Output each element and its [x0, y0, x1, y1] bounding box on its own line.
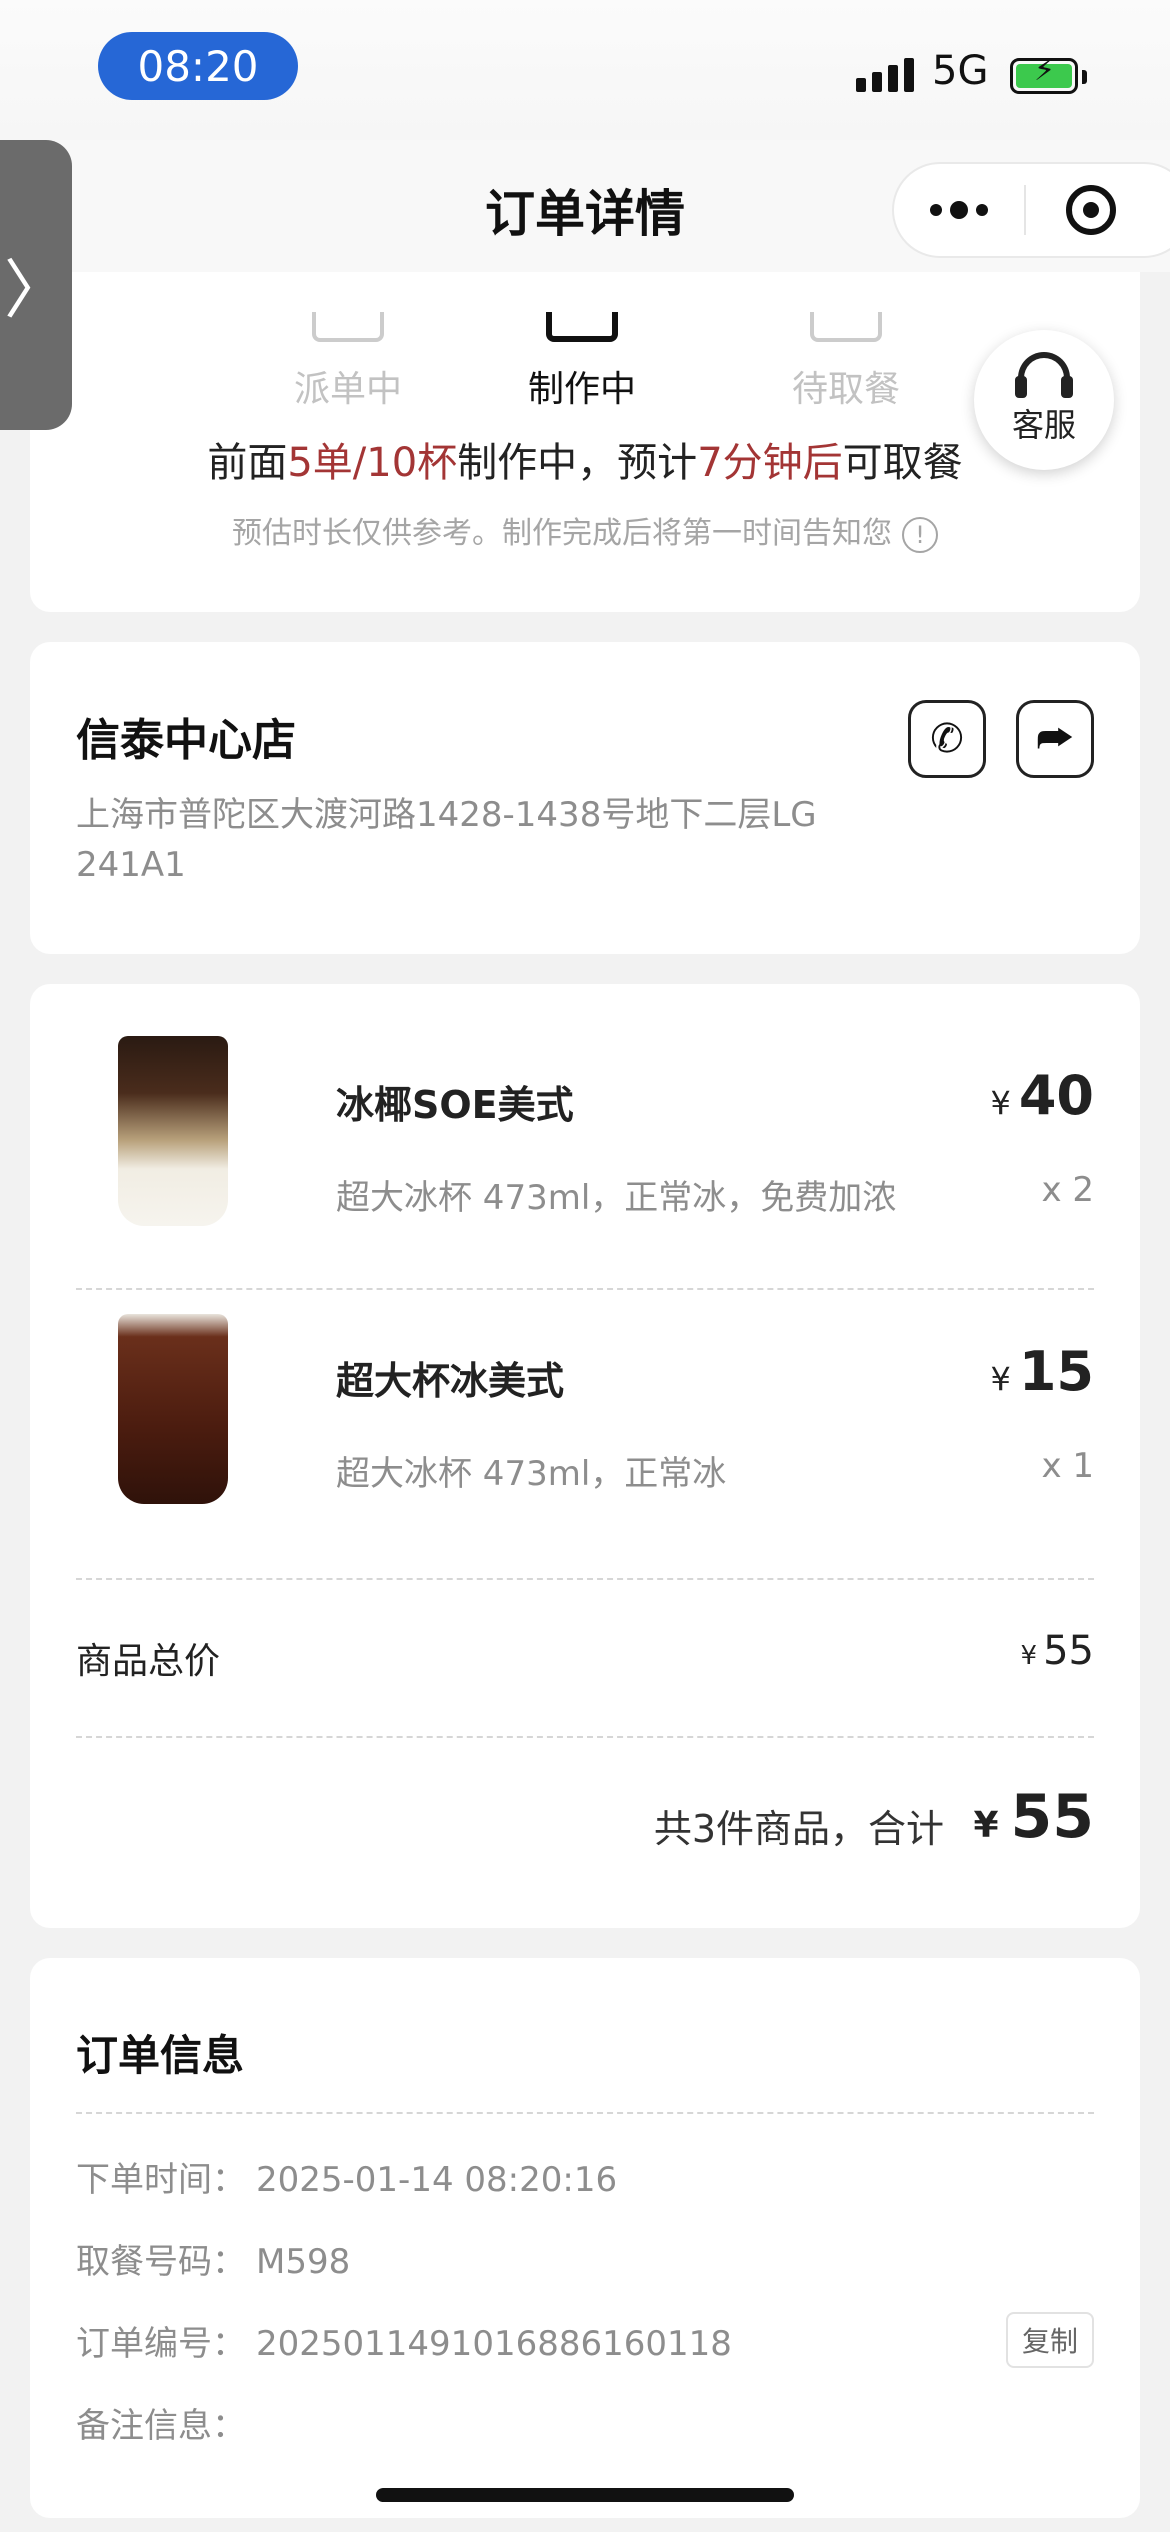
row-label: 订单编号：	[76, 2324, 246, 2364]
subtotal-amount: 55	[1043, 1628, 1094, 1674]
eta-mid: 制作中，预计	[457, 440, 698, 486]
step-dispatching: 派单中	[248, 312, 448, 412]
eta-note: 预估时长仅供参考。制作完成后将第一时间告知您!	[30, 508, 1140, 553]
eta-note-text: 预估时长仅供参考。制作完成后将第一时间告知您	[232, 516, 892, 551]
item-qty: x 2	[1041, 1170, 1094, 1210]
row-label: 取餐号码：	[76, 2242, 246, 2282]
divider	[76, 2112, 1094, 2114]
item-price: ¥15	[990, 1340, 1094, 1403]
eta-prefix: 前面	[207, 440, 288, 486]
step-label: 制作中	[527, 369, 636, 410]
navigation-icon: ⮫	[1036, 716, 1074, 762]
step-label: 待取餐	[791, 369, 900, 410]
close-miniprogram-button[interactable]	[1026, 185, 1156, 235]
list-item: 超大杯冰美式 超大冰杯 473ml，正常冰 ¥15 x 1	[30, 1300, 1140, 1560]
order-time: 2025-01-14 08:20:16	[256, 2160, 618, 2200]
miniprogram-capsule	[892, 162, 1170, 258]
battery-icon: ⚡	[1010, 56, 1078, 94]
signal-icon	[856, 58, 914, 92]
customer-service-button[interactable]: 客服	[974, 330, 1114, 470]
order-info-card: 订单信息 下单时间： 2025-01-14 08:20:16 取餐号码： M598 …	[30, 1958, 1140, 2518]
status-time: 08:20	[98, 32, 298, 100]
order-number-row: 订单编号： 2025011491016886160118	[76, 2316, 732, 2365]
divider	[76, 1578, 1094, 1580]
info-icon[interactable]: !	[902, 516, 938, 553]
battery-cap	[1082, 70, 1087, 84]
order-items-card: 冰椰SOE美式 超大冰杯 473ml，正常冰，免费加浓 ¥40 x 2 超大杯冰…	[30, 984, 1140, 1928]
divider	[76, 1288, 1094, 1290]
total-amount: 55	[1010, 1782, 1095, 1852]
item-price: ¥40	[990, 1064, 1094, 1127]
call-store-button[interactable]: ✆	[908, 700, 986, 778]
eta-time: 7分钟后	[697, 440, 843, 486]
item-qty: x 1	[1041, 1446, 1094, 1486]
subtotal-value: ¥55	[1021, 1628, 1094, 1674]
copy-button[interactable]: 复制	[1006, 2312, 1094, 2368]
product-image	[118, 1036, 228, 1226]
product-image	[118, 1314, 228, 1504]
currency-symbol: ¥	[990, 1084, 1011, 1122]
pickup-code: M598	[256, 2242, 351, 2282]
step-making: 制作中	[482, 312, 682, 412]
headset-icon	[1015, 352, 1073, 398]
store-name: 信泰中心店	[76, 715, 296, 766]
item-price-value: 40	[1018, 1064, 1094, 1127]
customer-service-label: 客服	[1011, 406, 1076, 444]
step-label: 派单中	[293, 369, 402, 410]
navigate-button[interactable]: ⮫	[1016, 700, 1094, 778]
currency-symbol: ¥	[990, 1360, 1011, 1398]
queue-count: 5单/10杯	[287, 440, 458, 486]
divider	[76, 1736, 1094, 1738]
item-name: 超大杯冰美式	[336, 1359, 565, 1403]
status-bar: 08:20 5G ⚡	[0, 0, 1170, 140]
item-name: 冰椰SOE美式	[336, 1083, 574, 1127]
row-label: 下单时间：	[76, 2160, 246, 2200]
item-spec: 超大冰杯 473ml，正常冰，免费加浓	[336, 1178, 897, 1218]
subtotal-label: 商品总价	[76, 1641, 221, 1682]
more-icon[interactable]	[894, 201, 1024, 219]
remark-row: 备注信息：	[76, 2398, 256, 2447]
making-icon	[546, 312, 618, 342]
pickup-code-row: 取餐号码： M598	[76, 2234, 350, 2283]
order-info-title: 订单信息	[76, 2031, 245, 2080]
item-price-value: 15	[1018, 1340, 1094, 1403]
dispatch-icon	[312, 312, 384, 342]
step-ready-pickup: 待取餐	[746, 312, 946, 412]
row-label: 备注信息：	[76, 2406, 246, 2446]
nav-header: ‹ 订单详情	[0, 140, 1170, 272]
side-expand-tab[interactable]: 〉	[0, 140, 72, 430]
store-card: 信泰中心店 上海市普陀区大渡河路1428-1438号地下二层LG 241A1 ✆…	[30, 642, 1140, 954]
eta-suffix: 可取餐	[842, 440, 963, 486]
total-value: ¥55	[973, 1782, 1094, 1852]
pickup-icon	[810, 312, 882, 342]
target-icon	[1066, 185, 1116, 235]
list-item: 冰椰SOE美式 超大冰杯 473ml，正常冰，免费加浓 ¥40 x 2	[30, 1024, 1140, 1284]
currency-symbol: ¥	[1020, 1641, 1038, 1671]
network-type: 5G	[932, 48, 989, 94]
home-indicator[interactable]	[376, 2488, 794, 2502]
store-address: 上海市普陀区大渡河路1428-1438号地下二层LG 241A1	[76, 795, 817, 885]
phone-icon: ✆	[930, 716, 964, 762]
order-time-row: 下单时间： 2025-01-14 08:20:16	[76, 2152, 617, 2201]
currency-symbol: ¥	[973, 1805, 999, 1846]
item-spec: 超大冰杯 473ml，正常冰	[336, 1454, 727, 1494]
order-number: 2025011491016886160118	[256, 2324, 732, 2364]
total-summary-text: 共3件商品，合计	[653, 1807, 944, 1851]
